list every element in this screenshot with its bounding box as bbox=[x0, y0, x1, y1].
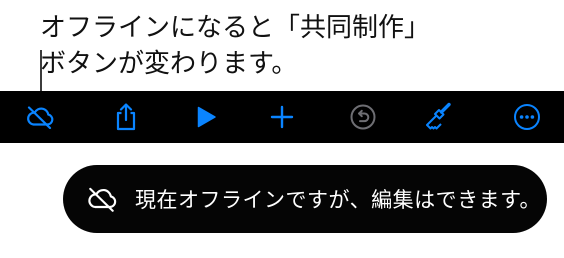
format-brush-icon bbox=[426, 102, 451, 130]
toast-message: 現在オフラインですが、編集はできます。 bbox=[135, 188, 541, 212]
callout-line-2: ボタンが変わります。 bbox=[40, 49, 298, 79]
callout: オフラインになると「共同制作」 ボタンが変わります。 bbox=[40, 6, 560, 86]
add-icon bbox=[270, 105, 294, 129]
callout-leader-line bbox=[40, 50, 42, 94]
undo-icon bbox=[350, 104, 376, 130]
cloud-offline-icon bbox=[88, 187, 117, 212]
more-button[interactable] bbox=[505, 91, 549, 143]
offline-toast: 現在オフラインですが、編集はできます。 bbox=[63, 165, 547, 233]
share-icon bbox=[116, 103, 136, 131]
play-icon bbox=[197, 106, 216, 128]
collaborate-offline-button[interactable] bbox=[18, 91, 62, 143]
more-icon bbox=[514, 104, 540, 130]
add-button[interactable] bbox=[260, 91, 304, 143]
callout-line-1: オフラインになると「共同制作」 bbox=[40, 13, 431, 43]
cloud-offline-icon bbox=[27, 106, 54, 129]
play-button[interactable] bbox=[184, 91, 228, 143]
toolbar bbox=[0, 91, 564, 143]
format-button[interactable] bbox=[416, 91, 460, 143]
undo-button[interactable] bbox=[341, 91, 385, 143]
toast-icon-wrap bbox=[85, 182, 119, 216]
share-button[interactable] bbox=[104, 91, 148, 143]
